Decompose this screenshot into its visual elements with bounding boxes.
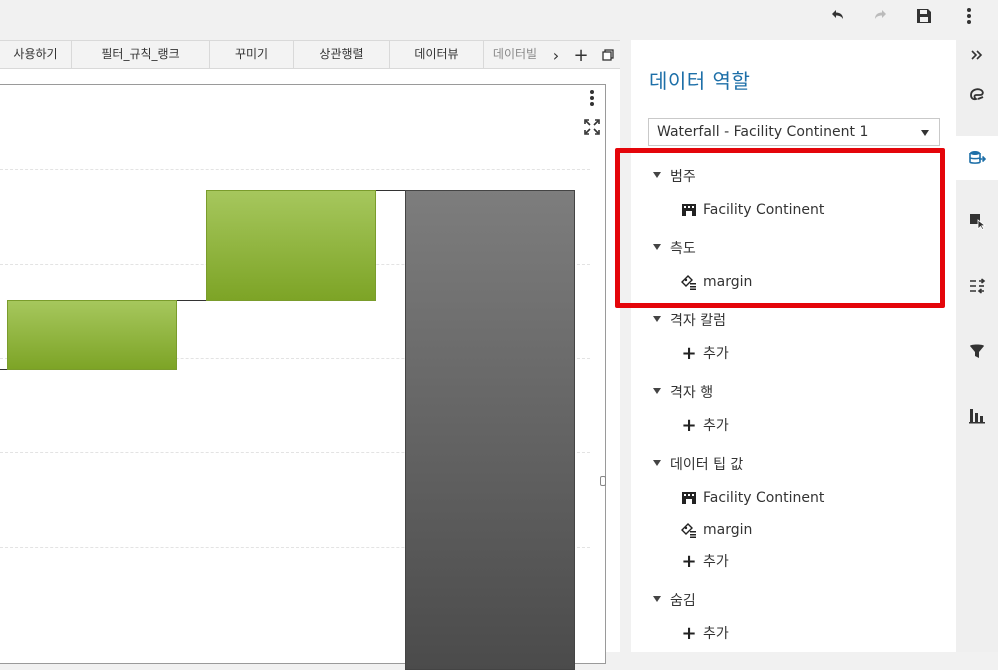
top-toolbar: [0, 0, 998, 40]
role-item[interactable]: Facility Continent: [681, 488, 824, 508]
waterfall-connector: [176, 300, 207, 301]
role-section-hidden[interactable]: 숨김: [653, 591, 696, 611]
add-label: 추가: [703, 346, 729, 362]
chevron-down-icon: [921, 130, 929, 136]
save-icon[interactable]: [911, 3, 937, 29]
undo-icon[interactable]: [824, 3, 850, 29]
ranks-icon[interactable]: [962, 400, 992, 430]
add-label: 추가: [703, 554, 729, 570]
add-label: 추가: [703, 626, 729, 642]
object-select[interactable]: Waterfall - Facility Continent 1: [648, 118, 940, 146]
data-roles-icon[interactable]: [962, 143, 992, 173]
filter-icon[interactable]: [962, 336, 992, 366]
role-section-grid-row[interactable]: 격자 행: [653, 383, 713, 403]
plus-icon: +: [681, 551, 697, 572]
section-label: 숨김: [670, 593, 696, 609]
triangle-down-icon: [653, 596, 661, 602]
waterfall-connector: [375, 190, 406, 191]
triangle-down-icon: [653, 388, 661, 394]
waterfall-chart[interactable]: [0, 84, 606, 670]
tab-filter-rule-rank[interactable]: 필터_규칙_랭크: [72, 41, 210, 68]
actions-icon[interactable]: [962, 206, 992, 236]
section-label: 격자 행: [670, 385, 714, 401]
object-select-value: Waterfall - Facility Continent 1: [657, 124, 869, 140]
rules-icon[interactable]: [962, 271, 992, 301]
more-vertical-icon[interactable]: [956, 3, 982, 29]
maximize-window-icon[interactable]: [597, 42, 619, 68]
waterfall-bar-2[interactable]: [206, 190, 376, 301]
highlight-box: [615, 148, 945, 308]
role-item-label: Facility Continent: [703, 490, 825, 506]
role-item[interactable]: margin: [681, 520, 752, 540]
plus-icon: +: [681, 415, 697, 436]
add-tab-button[interactable]: +: [570, 42, 592, 68]
side-rail: [956, 40, 998, 652]
report-tabs: 사용하기 필터_규칙_랭크 꾸미기 상관행렬 데이터뷰 데이터빌 › +: [0, 40, 620, 69]
waterfall-bar-1[interactable]: [7, 300, 177, 370]
tab-correlation-matrix[interactable]: 상관행렬: [294, 41, 390, 68]
section-label: 격자 칼럼: [670, 313, 726, 329]
add-role-button[interactable]: + 추가: [681, 623, 729, 644]
chart-more-icon[interactable]: [582, 88, 602, 108]
plus-icon: +: [681, 623, 697, 644]
plus-icon: +: [681, 343, 697, 364]
tab-data-view[interactable]: 데이터뷰: [390, 41, 484, 68]
tab-decorate[interactable]: 꾸미기: [210, 41, 294, 68]
measure-icon: [681, 522, 697, 538]
collapse-icon[interactable]: [962, 40, 992, 70]
add-role-button[interactable]: + 추가: [681, 415, 729, 436]
canvas-area: [0, 69, 620, 670]
tab-use[interactable]: 사용하기: [0, 41, 72, 68]
triangle-down-icon: [653, 316, 661, 322]
resize-handle[interactable]: [600, 476, 606, 486]
category-icon: [681, 490, 697, 506]
expand-icon[interactable]: [582, 117, 602, 137]
section-label: 데이터 팁 값: [670, 457, 744, 473]
add-role-button[interactable]: + 추가: [681, 551, 729, 572]
waterfall-bar-total[interactable]: [405, 190, 575, 670]
palette-icon[interactable]: [962, 80, 992, 110]
redo-icon[interactable]: [868, 3, 894, 29]
tab-scroll-right-button[interactable]: ›: [545, 42, 567, 68]
role-section-grid-column[interactable]: 격자 칼럼: [653, 311, 726, 331]
add-label: 추가: [703, 418, 729, 434]
role-item-label: margin: [703, 522, 753, 538]
role-section-data-tip-values[interactable]: 데이터 팁 값: [653, 455, 743, 475]
triangle-down-icon: [653, 460, 661, 466]
data-roles-panel: 데이터 역할 Waterfall - Facility Continent 1 …: [631, 40, 956, 652]
tab-data-builder[interactable]: 데이터빌: [484, 41, 546, 68]
grid-line: [0, 169, 590, 170]
panel-title: 데이터 역할: [649, 69, 751, 93]
add-role-button[interactable]: + 추가: [681, 343, 729, 364]
